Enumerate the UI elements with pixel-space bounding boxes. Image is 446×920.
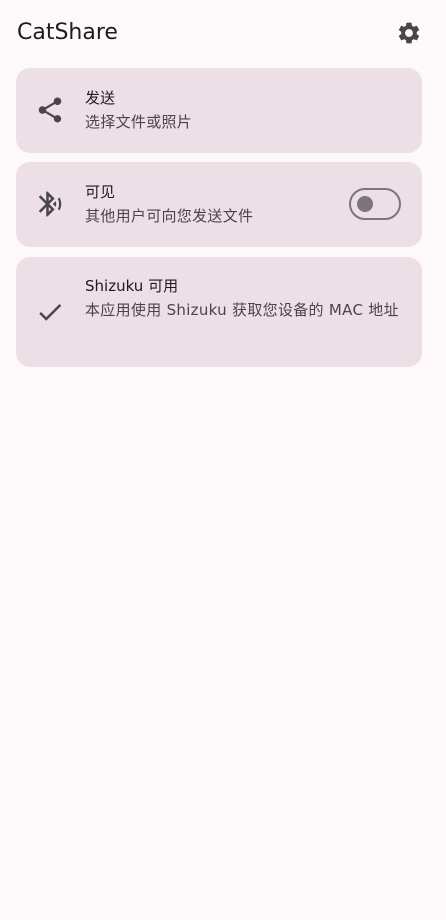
shizuku-title: Shizuku 可用 (85, 277, 179, 295)
share-icon (38, 97, 62, 123)
shizuku-card-icon (34, 296, 66, 328)
visible-toggle-thumb (357, 196, 373, 212)
visible-card-icon (34, 188, 66, 220)
bluetooth-searching-icon (38, 191, 62, 217)
visible-toggle[interactable] (349, 188, 401, 220)
send-subtitle: 选择文件或照片 (85, 113, 193, 131)
gear-icon (398, 22, 420, 44)
send-title: 发送 (85, 89, 116, 107)
visible-subtitle: 其他用户可向您发送文件 (85, 207, 254, 225)
visible-card: 可见 其他用户可向您发送文件 (16, 162, 422, 247)
app-title: CatShare (17, 20, 118, 45)
send-card-icon (34, 94, 66, 126)
check-icon (39, 303, 62, 321)
send-card[interactable]: 发送 选择文件或照片 (16, 68, 422, 153)
shizuku-card-text: Shizuku 可用 本应用使用 Shizuku 获取您设备的 MAC 地址 (85, 274, 400, 323)
app-bar: CatShare (0, 0, 446, 68)
shizuku-subtitle: 本应用使用 Shizuku 获取您设备的 MAC 地址 (85, 301, 399, 319)
send-card-text: 发送 选择文件或照片 (85, 86, 400, 135)
visible-title: 可见 (85, 183, 116, 201)
settings-button[interactable] (394, 18, 424, 48)
visible-card-text: 可见 其他用户可向您发送文件 (85, 180, 342, 229)
shizuku-card: Shizuku 可用 本应用使用 Shizuku 获取您设备的 MAC 地址 (16, 257, 422, 367)
